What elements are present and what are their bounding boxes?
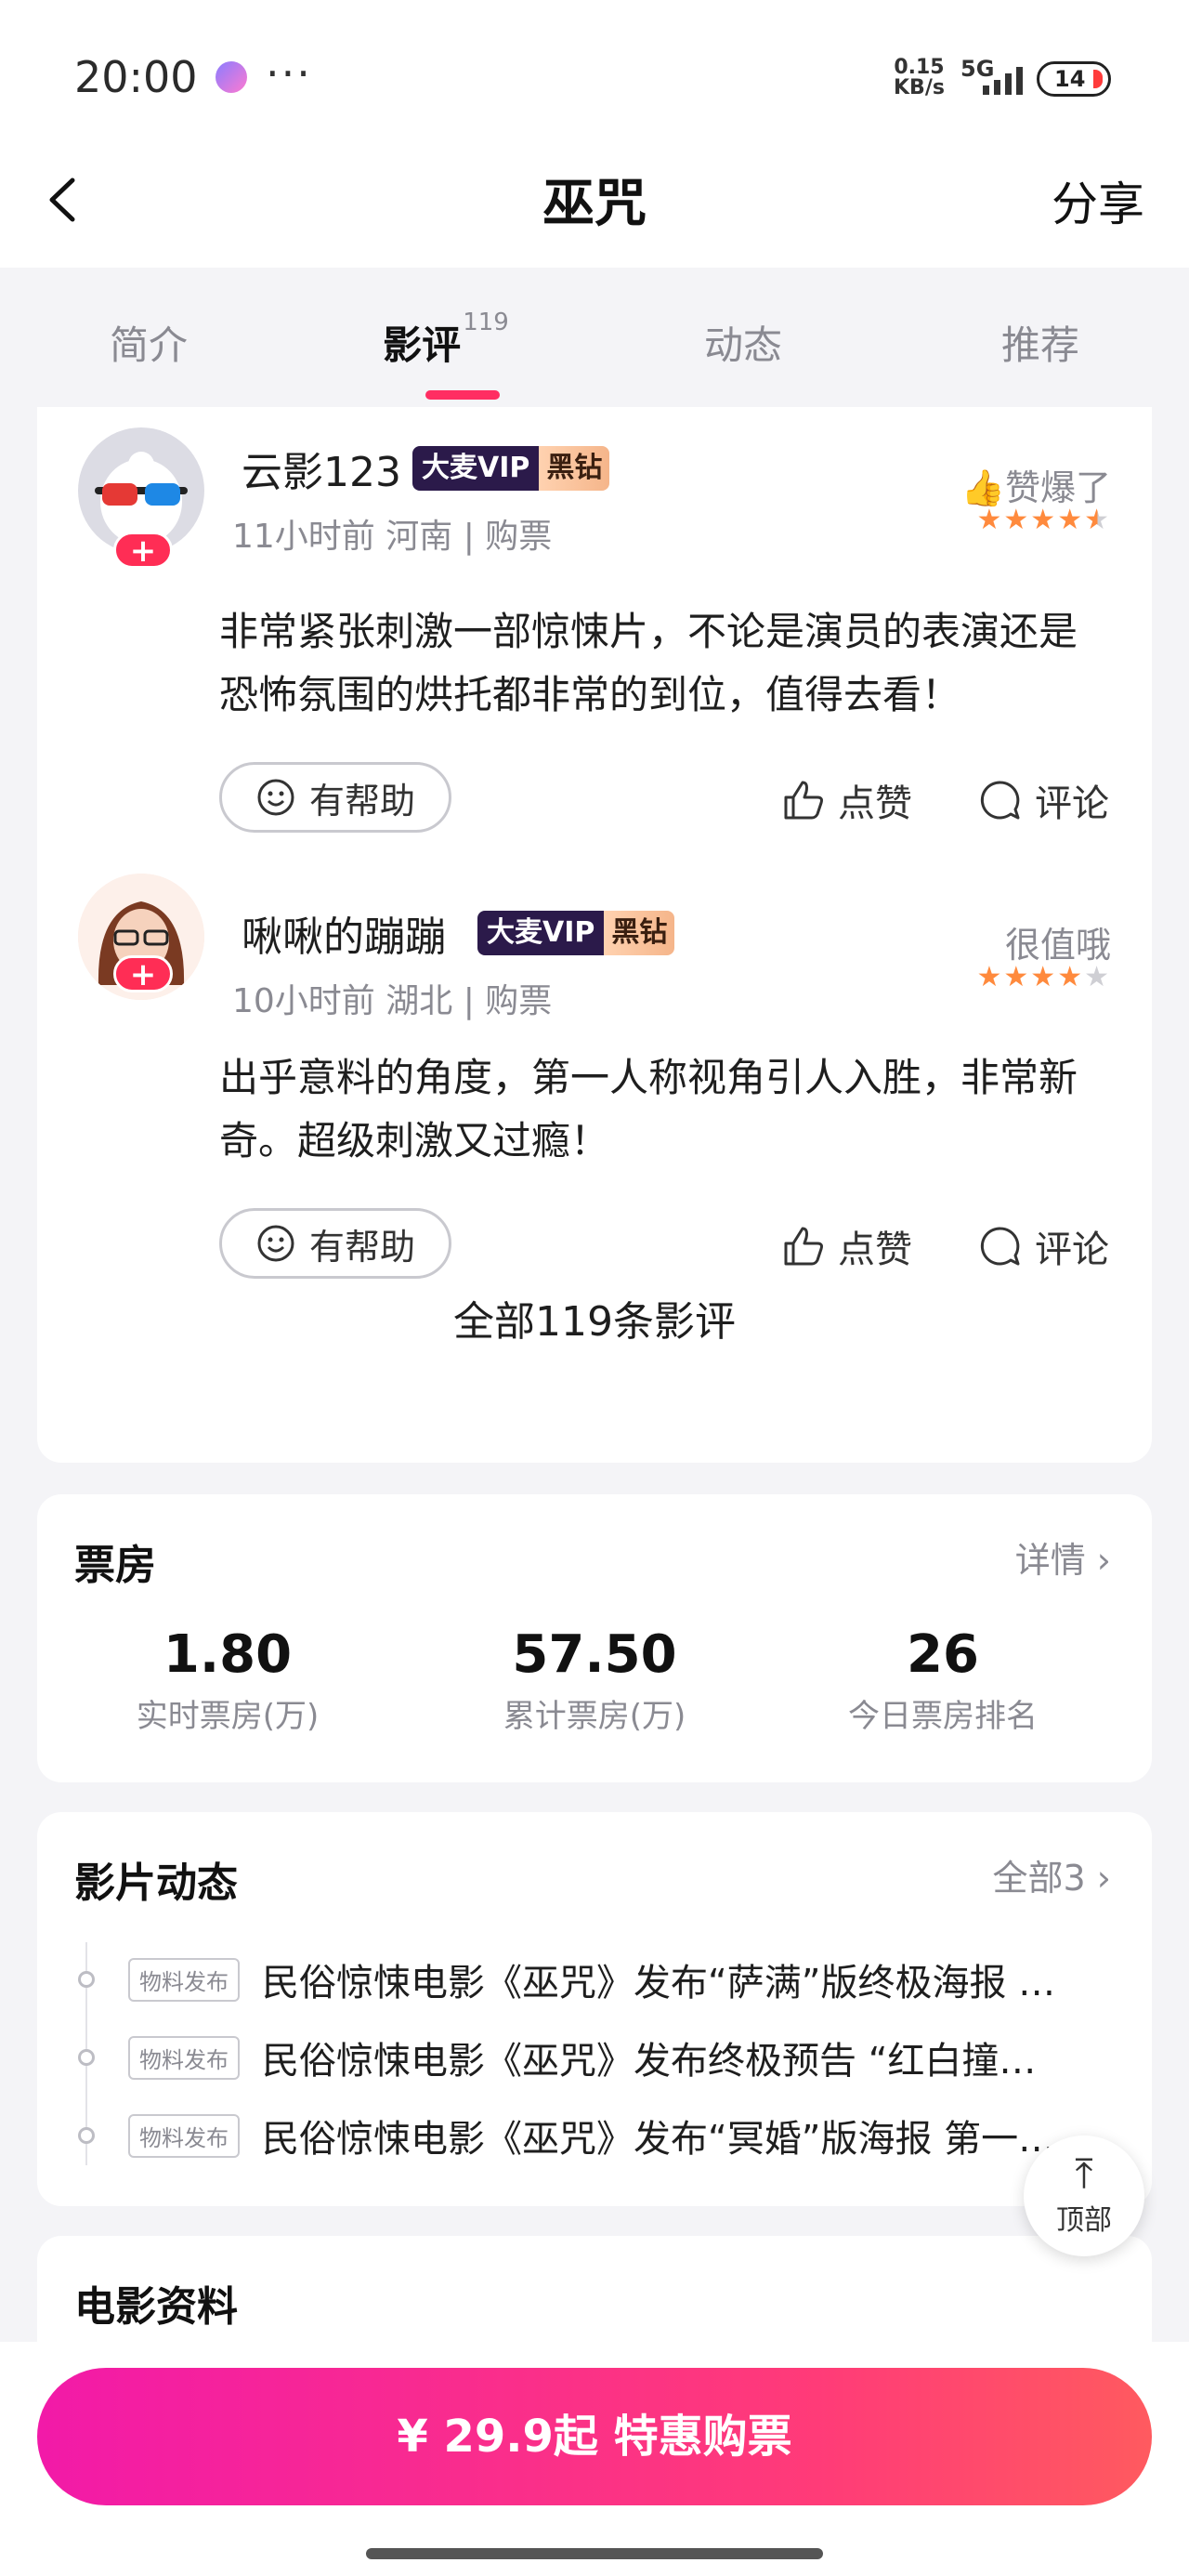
comment-icon bbox=[980, 781, 1020, 820]
review-text[interactable]: 非常紧张刺激一部惊悚片，不论是演员的表演还是恐怖氛围的烘托都非常的到位，值得去看… bbox=[219, 600, 1111, 727]
tab-count: 119 bbox=[463, 309, 509, 336]
network-speed-unit: KB/s bbox=[894, 76, 945, 99]
news-item[interactable]: 物料发布 民俗惊悚电影《巫咒》发布终极预告 “红白撞… bbox=[78, 2028, 1118, 2087]
rating-label: 👍赞爆了 bbox=[960, 467, 1111, 508]
stat-label: 累计票房(万) bbox=[503, 1698, 686, 1735]
username[interactable]: 啾啾的蹦蹦 bbox=[242, 903, 446, 963]
review-text[interactable]: 出乎意料的角度，第一人称视角引人入胜，非常新奇。超级刺激又过瘾！ bbox=[219, 1046, 1111, 1173]
comment-label: 评论 bbox=[1035, 782, 1109, 825]
star-rating: ★★★★★ bbox=[976, 504, 1111, 536]
helpful-button[interactable]: 有帮助 bbox=[219, 762, 451, 833]
like-button[interactable]: 点赞 bbox=[780, 1219, 912, 1273]
tab-updates[interactable]: 动态 bbox=[594, 268, 892, 407]
comment-button[interactable]: 评论 bbox=[977, 773, 1109, 827]
comment-button[interactable]: 评论 bbox=[977, 1219, 1109, 1273]
stat-label: 今日票房排名 bbox=[848, 1698, 1038, 1735]
tab-label: 动态 bbox=[703, 322, 782, 368]
nav-bar: 巫咒 分享 bbox=[0, 139, 1189, 268]
vip-label: 大麦VIP bbox=[477, 911, 605, 955]
bottom-bar: ¥ 29.9起 特惠购票 bbox=[0, 2342, 1189, 2576]
back-to-top-label: 顶部 bbox=[1056, 2204, 1112, 2237]
tab-intro[interactable]: 简介 bbox=[0, 268, 297, 407]
news-tag: 物料发布 bbox=[128, 2113, 240, 2158]
news-text: 民俗惊悚电影《巫咒》发布“萨满”版终极海报 … bbox=[262, 1962, 1056, 2004]
like-button[interactable]: 点赞 bbox=[780, 773, 912, 827]
app-notification-icon bbox=[216, 61, 247, 93]
status-time: 20:00 bbox=[74, 52, 198, 102]
news-item[interactable]: 物料发布 民俗惊悚电影《巫咒》发布“冥婚”版海报 第一… bbox=[78, 2106, 1118, 2165]
review-meta: 11小时前 河南 | 购票 bbox=[232, 518, 553, 556]
like-label: 点赞 bbox=[838, 782, 912, 825]
smile-icon bbox=[257, 779, 294, 816]
film-news-card: 影片动态 全部3 › 物料发布 民俗惊悚电影《巫咒》发布“萨满”版终极海报 … … bbox=[37, 1812, 1152, 2206]
rating-label: 很值哦 bbox=[1004, 925, 1111, 966]
follow-button[interactable]: + bbox=[113, 532, 173, 569]
helpful-label: 有帮助 bbox=[308, 780, 415, 821]
film-news-all-link[interactable]: 全部3 › bbox=[993, 1849, 1111, 1900]
stat-value: 26 bbox=[907, 1624, 979, 1685]
reviews-card: + 云影123 大麦VIP 黑钻 11小时前 河南 | 购票 👍赞爆了 ★★★★… bbox=[37, 407, 1152, 1463]
thumbs-up-icon bbox=[784, 1227, 823, 1266]
vip-badge: 大麦VIP 黑钻 bbox=[477, 911, 675, 955]
tab-label: 推荐 bbox=[1000, 322, 1079, 368]
movie-info-title: 电影资料 bbox=[74, 2283, 238, 2331]
like-label: 点赞 bbox=[838, 1229, 912, 1271]
username[interactable]: 云影123 bbox=[242, 439, 401, 498]
back-to-top-button[interactable]: ⤒ 顶部 bbox=[1024, 2136, 1144, 2256]
vip-level: 黑钻 bbox=[539, 446, 610, 491]
battery-icon: 14 bbox=[1037, 61, 1111, 97]
signal-icon bbox=[983, 67, 1023, 95]
stat-value: 1.80 bbox=[163, 1624, 293, 1685]
news-text: 民俗惊悚电影《巫咒》发布终极预告 “红白撞… bbox=[262, 2040, 1037, 2083]
star-rating: ★★★★★ bbox=[976, 961, 1111, 993]
news-text: 民俗惊悚电影《巫咒》发布“冥婚”版海报 第一… bbox=[262, 2118, 1056, 2161]
helpful-label: 有帮助 bbox=[308, 1226, 415, 1268]
arrow-up-icon: ⤒ bbox=[1075, 2150, 1093, 2198]
buy-ticket-button[interactable]: ¥ 29.9起 特惠购票 bbox=[37, 2368, 1152, 2505]
status-bar: 20:00 ··· 0.15 KB/s 5G 14 bbox=[0, 0, 1189, 139]
tab-label: 简介 bbox=[109, 322, 188, 368]
news-tag: 物料发布 bbox=[128, 2035, 240, 2080]
film-news-title: 影片动态 bbox=[74, 1860, 238, 1907]
stat-value: 57.50 bbox=[512, 1624, 677, 1685]
timeline-dot bbox=[78, 2049, 95, 2066]
news-item[interactable]: 物料发布 民俗惊悚电影《巫咒》发布“萨满”版终极海报 … bbox=[78, 1950, 1118, 2009]
comment-label: 评论 bbox=[1035, 1229, 1109, 1271]
timeline-dot bbox=[78, 2127, 95, 2144]
stat-rank: 26 今日票房排名 bbox=[766, 1624, 1119, 1736]
tab-recommend[interactable]: 推荐 bbox=[892, 268, 1189, 407]
tab-reviews[interactable]: 影评119 bbox=[297, 268, 594, 407]
follow-button[interactable]: + bbox=[113, 955, 173, 992]
page-title: 巫咒 bbox=[542, 174, 647, 234]
news-tag: 物料发布 bbox=[128, 1957, 240, 2002]
tab-label: 影评 bbox=[383, 322, 462, 368]
all-reviews-link[interactable]: 全部119条影评 bbox=[37, 1288, 1152, 1347]
network-speed-value: 0.15 bbox=[894, 56, 945, 79]
vip-badge: 大麦VIP 黑钻 bbox=[412, 446, 610, 491]
review-meta: 10小时前 湖北 | 购票 bbox=[232, 982, 553, 1020]
vip-level: 黑钻 bbox=[604, 911, 675, 955]
helpful-button[interactable]: 有帮助 bbox=[219, 1208, 451, 1279]
home-indicator[interactable] bbox=[366, 2548, 823, 2559]
timeline-dot bbox=[78, 1971, 95, 1988]
active-tab-indicator bbox=[425, 390, 500, 400]
box-office-card: 票房 详情 › 1.80 实时票房(万) 57.50 累计票房(万) 26 今日… bbox=[37, 1494, 1152, 1782]
stat-total: 57.50 累计票房(万) bbox=[418, 1624, 771, 1736]
share-button[interactable]: 分享 bbox=[1052, 167, 1144, 234]
vip-label: 大麦VIP bbox=[412, 446, 540, 491]
box-office-details-link[interactable]: 详情 › bbox=[1015, 1531, 1111, 1583]
thumbs-up-icon bbox=[784, 781, 823, 820]
tab-bar: 简介 影评119 动态 推荐 bbox=[0, 268, 1189, 407]
more-notifications-icon: ··· bbox=[266, 48, 312, 99]
stat-realtime: 1.80 实时票房(万) bbox=[51, 1624, 404, 1736]
smile-icon bbox=[257, 1225, 294, 1262]
comment-icon bbox=[980, 1227, 1020, 1266]
stat-label: 实时票房(万) bbox=[136, 1698, 320, 1735]
box-office-title: 票房 bbox=[74, 1542, 156, 1589]
network-speed: 0.15 KB/s bbox=[894, 58, 945, 99]
